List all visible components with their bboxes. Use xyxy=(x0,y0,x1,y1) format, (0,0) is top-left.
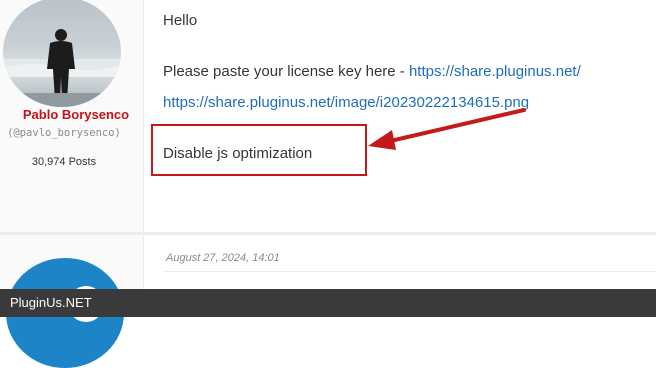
author-handle: (@pavlo_borysenco) xyxy=(7,127,121,139)
post-count: 30,974 Posts xyxy=(31,156,97,168)
author-column: Pablo Borysenco (@pavlo_borysenco) 30,97… xyxy=(0,0,144,232)
avatar-photo-icon xyxy=(3,29,121,107)
greeting-text: Hello xyxy=(163,12,198,29)
annotation-box xyxy=(151,124,367,176)
footer-brand[interactable]: PluginUs.NET xyxy=(10,295,92,310)
license-paragraph: Please paste your license key here - htt… xyxy=(163,63,581,80)
license-text: Please paste your license key here - xyxy=(163,63,409,80)
post-date[interactable]: August 27, 2024, 14:01 xyxy=(166,252,280,264)
footer-bar: PluginUs.NET xyxy=(0,289,656,317)
license-link[interactable]: https://share.pluginus.net/ xyxy=(409,63,581,80)
author-avatar[interactable] xyxy=(3,0,121,107)
author-name[interactable]: Pablo Borysenco xyxy=(0,107,152,122)
date-divider xyxy=(164,271,656,272)
annotation-arrow-icon xyxy=(368,108,526,150)
